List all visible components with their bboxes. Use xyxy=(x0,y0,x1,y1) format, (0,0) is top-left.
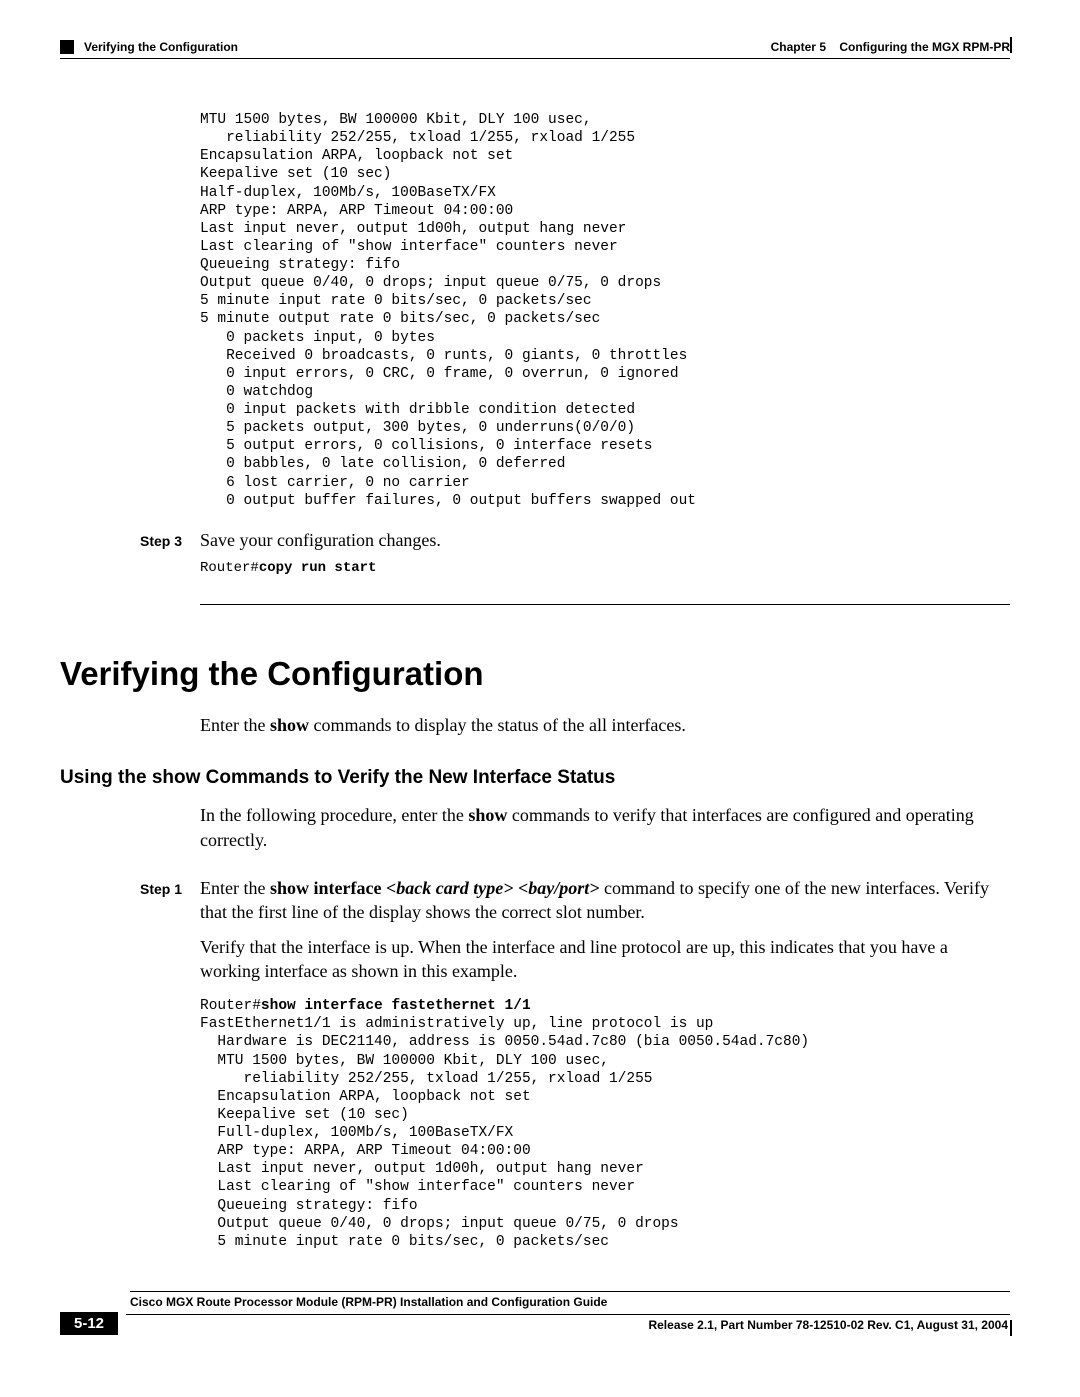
para-following-procedure: In the following procedure, enter the sh… xyxy=(200,803,1010,852)
text-fragment: In the following procedure, enter the xyxy=(200,805,468,825)
step-3-command: Router#copy run start xyxy=(200,560,1010,576)
step-3-text: Save your configuration changes. xyxy=(200,528,441,552)
bold-show: show xyxy=(468,805,507,825)
italic-back-card-type: <back card type> xyxy=(386,878,513,898)
header-edge-mark xyxy=(1010,37,1012,53)
step-1-label: Step 1 xyxy=(140,881,200,897)
heading-verifying: Verifying the Configuration xyxy=(60,655,1010,693)
header-chapter-title: Configuring the MGX RPM-PR xyxy=(839,40,1010,54)
code-block-top: MTU 1500 bytes, BW 100000 Kbit, DLY 100 … xyxy=(200,111,1010,510)
step-1-paragraph-1: Enter the show interface <back card type… xyxy=(200,876,1010,925)
header-square-icon xyxy=(60,40,74,54)
cmd-prompt: Router# xyxy=(200,560,259,576)
intro-paragraph: Enter the show commands to display the s… xyxy=(200,713,1010,737)
footer-line xyxy=(126,1314,1010,1315)
footer-release: Release 2.1, Part Number 78-12510-02 Rev… xyxy=(648,1318,1010,1332)
text-fragment: Enter the xyxy=(200,878,270,898)
text-fragment: Enter the xyxy=(200,715,270,735)
step-3-label: Step 3 xyxy=(140,533,200,549)
step-1-row: Step 1 Enter the show interface <back ca… xyxy=(140,876,1010,925)
running-header: Verifying the Configuration Chapter 5 Co… xyxy=(60,40,1010,54)
footer-edge-mark xyxy=(1010,1320,1012,1336)
cmd-text: show interface fastethernet 1/1 xyxy=(261,998,531,1014)
bold-show: show xyxy=(270,715,309,735)
code-output: FastEthernet1/1 is administratively up, … xyxy=(200,1016,809,1250)
heading-using-show: Using the show Commands to Verify the Ne… xyxy=(60,767,1010,789)
bold-show-interface: show interface xyxy=(270,878,381,898)
header-rule xyxy=(60,58,1010,59)
footer-doc-title: Cisco MGX Route Processor Module (RPM-PR… xyxy=(130,1295,1010,1309)
page-footer: Cisco MGX Route Processor Module (RPM-PR… xyxy=(60,1291,1010,1332)
text-fragment: commands to display the status of the al… xyxy=(309,715,686,735)
section-divider xyxy=(200,604,1010,605)
header-section: Verifying the Configuration xyxy=(84,40,238,54)
step-1-code: Router#show interface fastethernet 1/1 F… xyxy=(200,997,1010,1251)
step-1-paragraph-2: Verify that the interface is up. When th… xyxy=(200,935,1010,984)
page-number-badge: 5-12 xyxy=(60,1312,118,1335)
header-chapter-label: Chapter 5 xyxy=(771,40,826,54)
italic-bay-port: <bay/port> xyxy=(518,878,600,898)
footer-rule xyxy=(130,1291,1010,1292)
cmd-prompt: Router# xyxy=(200,998,261,1014)
cmd-text: copy run start xyxy=(259,560,377,576)
step-3-row: Step 3 Save your configuration changes. xyxy=(140,528,1010,552)
